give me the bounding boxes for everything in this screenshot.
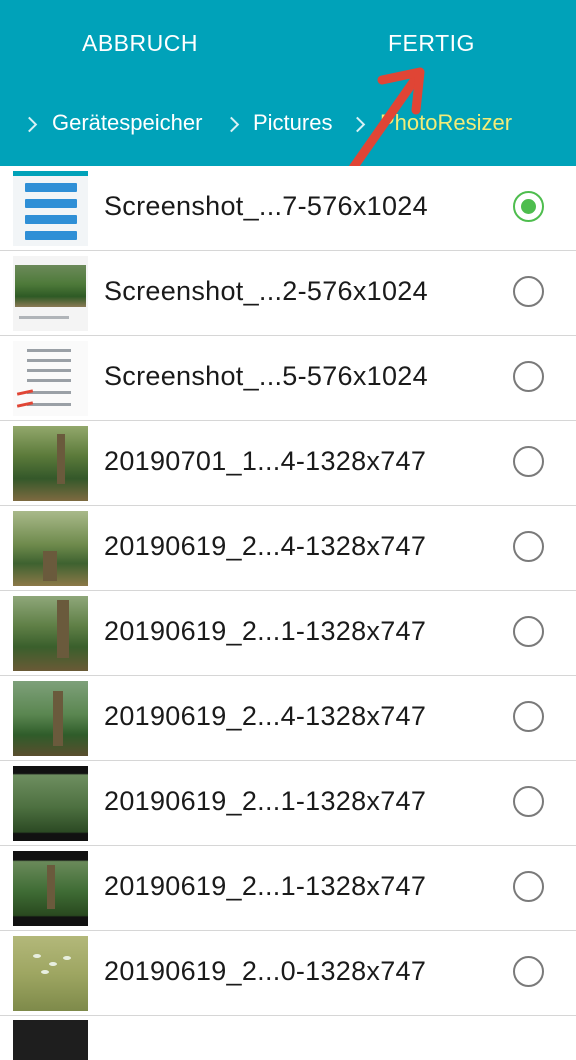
list-item[interactable]: Screenshot_...2-576x1024 [0, 251, 576, 336]
file-name: 20190619_2...1-1328x747 [104, 786, 427, 816]
file-list: Screenshot_...7-576x1024 Screenshot_...2… [0, 166, 576, 1060]
file-name: Screenshot_...7-576x1024 [104, 191, 428, 221]
top-bar: ABBRUCH FERTIG Gerätespeicher Pictures P… [0, 0, 576, 166]
thumbnail-image [13, 1020, 88, 1060]
list-item[interactable]: 20190619_2...4-1328x747 [0, 676, 576, 761]
cancel-button[interactable]: ABBRUCH [82, 30, 198, 66]
chevron-right-icon [223, 116, 240, 133]
list-item[interactable]: 20190619_2...4-1328x747 [0, 506, 576, 591]
thumbnail-image [13, 171, 88, 246]
radio-button[interactable] [513, 531, 544, 562]
file-name: 20190619_2...1-1328x747 [104, 871, 427, 901]
thumbnail-image [13, 511, 88, 586]
radio-button[interactable] [513, 956, 544, 987]
thumbnail-image [13, 851, 88, 926]
file-name: 20190619_2...1-1328x747 [104, 616, 427, 646]
list-item[interactable]: Screenshot_...5-576x1024 [0, 336, 576, 421]
chevron-right-icon [21, 116, 38, 133]
thumbnail-image [13, 256, 88, 331]
breadcrumb-item-pictures[interactable]: Pictures [253, 110, 332, 136]
list-item[interactable]: 20190619_2...1-1328x747 [0, 846, 576, 931]
list-item[interactable]: 20190619_2...1-1328x747 [0, 761, 576, 846]
list-item[interactable]: 20190701_1...4-1328x747 [0, 421, 576, 506]
breadcrumb: Gerätespeicher Pictures PhotoResizer [0, 110, 576, 146]
thumbnail-image [13, 596, 88, 671]
thumbnail-image [13, 766, 88, 841]
radio-button[interactable] [513, 616, 544, 647]
breadcrumb-item-storage[interactable]: Gerätespeicher [52, 110, 202, 136]
radio-button[interactable] [513, 446, 544, 477]
thumbnail-image [13, 426, 88, 501]
file-name: 20190619_2...4-1328x747 [104, 531, 427, 561]
radio-button-selected[interactable] [513, 191, 544, 222]
radio-button[interactable] [513, 871, 544, 902]
file-name: Screenshot_...2-576x1024 [104, 276, 428, 306]
file-name: 20190701_1...4-1328x747 [104, 446, 427, 476]
radio-button[interactable] [513, 361, 544, 392]
radio-button[interactable] [513, 276, 544, 307]
list-item[interactable]: 20190619_2...1-1328x747 [0, 591, 576, 676]
radio-button[interactable] [513, 701, 544, 732]
list-item[interactable]: 20190619_2...0-1328x747 [0, 931, 576, 1016]
list-item[interactable] [0, 1016, 576, 1060]
file-name: 20190619_2...0-1328x747 [104, 956, 427, 986]
thumbnail-image [13, 341, 88, 416]
thumbnail-image [13, 936, 88, 1011]
file-name: 20190619_2...4-1328x747 [104, 701, 427, 731]
thumbnail-image [13, 681, 88, 756]
file-name: Screenshot_...5-576x1024 [104, 361, 428, 391]
radio-button[interactable] [513, 786, 544, 817]
list-item[interactable]: Screenshot_...7-576x1024 [0, 166, 576, 251]
